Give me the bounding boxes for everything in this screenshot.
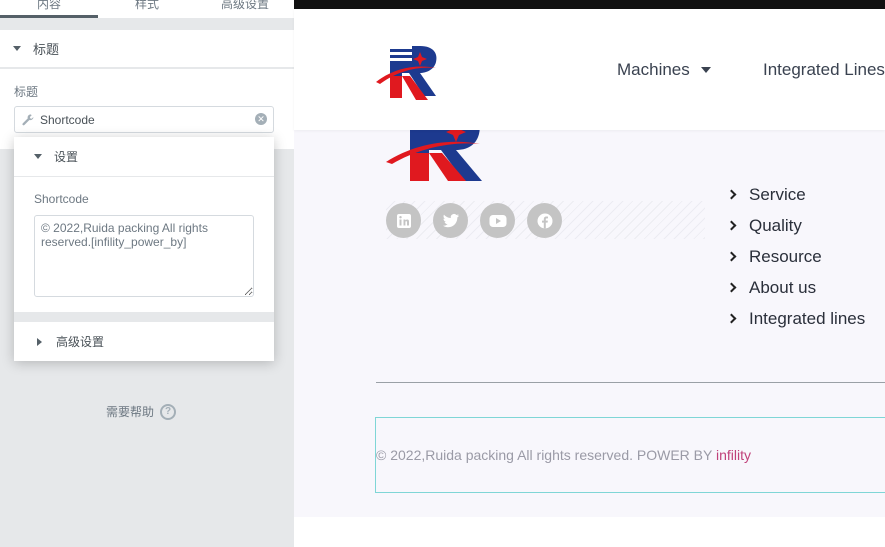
footer-link-label: Quality — [749, 215, 802, 235]
youtube-icon — [489, 214, 506, 227]
editor-tabs: 内容 样式 高级设置 — [0, 0, 294, 18]
footer-link-label: Resource — [749, 246, 822, 266]
power-by-link[interactable]: infility — [716, 447, 751, 463]
caret-right-icon — [37, 337, 42, 346]
clear-tag-icon[interactable]: ✕ — [255, 113, 267, 125]
tab-style[interactable]: 样式 — [98, 0, 196, 18]
advanced-section-toggle[interactable]: 高级设置 — [14, 322, 274, 361]
linkedin-button[interactable] — [386, 203, 421, 238]
twitter-icon — [442, 213, 459, 227]
copyright-label: © 2022,Ruida packing All rights reserved… — [376, 447, 713, 463]
footer-link-resource[interactable]: Resource — [726, 241, 865, 272]
popover-divider — [14, 312, 274, 322]
site-header: Machines Integrated Lines — [294, 9, 885, 130]
settings-section-toggle[interactable]: 设置 — [14, 137, 274, 177]
chevron-right-icon — [726, 189, 737, 200]
dynamic-tag-picker[interactable]: Shortcode ✕ — [14, 106, 274, 133]
footer-link-label: About us — [749, 277, 817, 297]
tab-advanced[interactable]: 高级设置 — [196, 0, 294, 18]
editor-panel: 内容 样式 高级设置 标题 标题 Shortcode ✕ 设置 Shortcod… — [0, 0, 294, 547]
advanced-section-label: 高级设置 — [56, 335, 105, 349]
tab-content[interactable]: 内容 — [0, 0, 98, 18]
nav-machines-label: Machines — [617, 60, 690, 79]
ruida-logo[interactable] — [376, 42, 454, 100]
youtube-button[interactable] — [480, 203, 515, 238]
section-title-label: 标题 — [33, 43, 60, 58]
chevron-right-icon — [726, 313, 737, 324]
settings-section-label: 设置 — [54, 150, 79, 164]
help-label: 需要帮助 — [106, 405, 155, 419]
tag-settings-popover: 设置 Shortcode © 2022,Ruida packing All ri… — [14, 137, 274, 361]
linkedin-icon — [396, 213, 411, 228]
footer-link-service[interactable]: Service — [726, 179, 865, 210]
dynamic-tag-value: Shortcode — [40, 112, 95, 127]
nav-integrated-lines[interactable]: Integrated Lines — [763, 60, 885, 80]
help-link[interactable]: 需要帮助 ? — [106, 403, 177, 420]
footer-link-label: Integrated lines — [749, 308, 866, 328]
wrench-icon — [22, 113, 34, 125]
footer-link-label: Service — [749, 184, 806, 204]
shortcode-textarea[interactable]: © 2022,Ruida packing All rights reserved… — [34, 215, 254, 297]
footer-divider — [376, 382, 885, 383]
chevron-right-icon — [726, 251, 737, 262]
top-bar — [294, 0, 885, 9]
caret-down-icon — [34, 154, 42, 159]
nav-machines[interactable]: Machines — [617, 60, 711, 80]
copyright-text: © 2022,Ruida packing All rights reserved… — [376, 447, 751, 463]
footer-link-integrated-lines[interactable]: Integrated lines — [726, 303, 866, 334]
question-icon: ? — [160, 403, 177, 420]
shortcode-label: Shortcode — [34, 192, 89, 206]
caret-down-icon — [13, 46, 21, 51]
copyright-widget[interactable]: © 2022,Ruida packing All rights reserved… — [375, 417, 885, 493]
footer-links: Service Quality Resource About us Integr… — [726, 179, 866, 334]
dropdown-caret-icon — [700, 67, 711, 73]
section-title-toggle[interactable]: 标题 — [0, 30, 294, 68]
facebook-button[interactable] — [527, 203, 562, 238]
twitter-button[interactable] — [433, 203, 468, 238]
chevron-right-icon — [726, 282, 737, 293]
title-field-label: 标题 — [14, 85, 39, 99]
chevron-right-icon — [726, 220, 737, 231]
site-footer: Solutions Service Quality Resource — [294, 116, 885, 517]
facebook-icon — [537, 213, 552, 228]
footer-link-quality[interactable]: Quality — [726, 210, 865, 241]
footer-link-about[interactable]: About us — [726, 272, 865, 303]
site-preview: Machines Integrated Lines Solutions — [294, 0, 885, 547]
